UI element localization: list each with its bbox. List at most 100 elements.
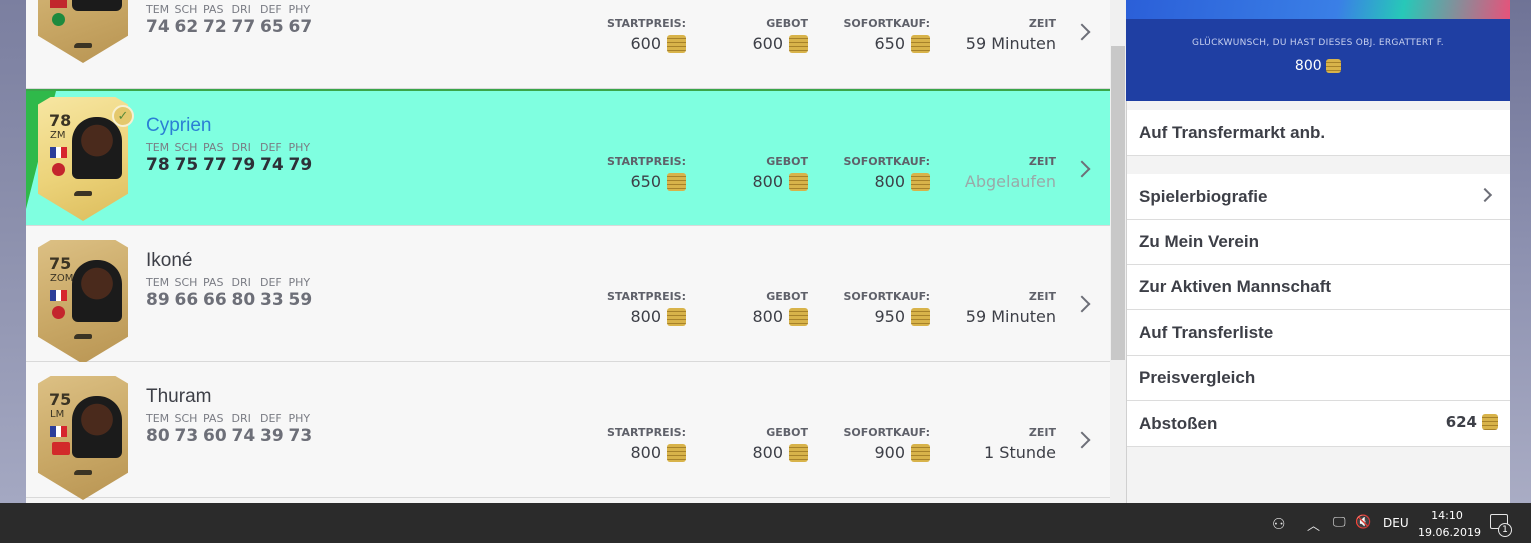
start-price: STARTPREIS: 800 (606, 290, 686, 326)
club-icon (52, 163, 65, 176)
flag-icon (50, 426, 68, 437)
clock[interactable]: 14:10 19.06.2019 (1418, 507, 1481, 541)
card-position: LM (50, 409, 65, 420)
to-active-squad-button[interactable]: Zur Aktiven Mannschaft (1127, 265, 1510, 310)
chevron-right-icon[interactable] (1073, 160, 1091, 178)
scrollbar-thumb[interactable] (1111, 46, 1125, 360)
coin-icon (789, 172, 808, 191)
player-photo (72, 396, 122, 458)
flag-icon (50, 147, 68, 158)
table-row[interactable]: ZM TEMSCHPASDRIDEFPHY 746272776567 START… (26, 0, 1110, 89)
current-bid: GEBOT 800 (752, 155, 808, 191)
coin-icon (667, 307, 686, 326)
table-row-selected[interactable]: 78 ZM ✓ Cyprien TEM SCH PAS DRI DEF PHY 78 75 7… (26, 89, 1110, 226)
coin-icon (667, 172, 686, 191)
discard-button[interactable]: Abstoßen 624 (1127, 401, 1510, 447)
volume-muted-icon[interactable]: 🔇 (1355, 515, 1371, 530)
table-row[interactable]: 75 ZOM Ikoné TEM SCH PAS DRI DEF PHY 89 66 66 80… (26, 226, 1110, 364)
buy-now-price: SOFORTKAUF: 900 (843, 426, 930, 462)
card-rating: 75 (49, 390, 72, 409)
network-icon[interactable]: 🖵 (1333, 515, 1346, 530)
coin-icon (911, 443, 930, 462)
boot-icon (74, 334, 92, 339)
start-price: STARTPREIS: 600 (606, 17, 686, 53)
flag-icon (50, 0, 67, 8)
player-photo (72, 117, 122, 179)
banner-artwork (1126, 0, 1510, 19)
time-remaining: ZEIT 59 Minuten (965, 290, 1056, 326)
player-card: 75 LM (38, 376, 128, 500)
player-card: ZM (38, 0, 128, 63)
player-photo (72, 260, 122, 322)
player-photo (72, 0, 122, 11)
player-name: Ikoné (146, 250, 193, 271)
start-price: STARTPREIS: 650 (606, 155, 686, 191)
coin-icon (789, 307, 808, 326)
chevron-up-icon[interactable]: ︿ (1307, 515, 1320, 534)
player-card: 75 ZOM (38, 240, 128, 364)
time-remaining: ZEIT 1 Stunde (984, 426, 1056, 462)
chevron-right-icon[interactable] (1073, 295, 1091, 313)
time-remaining: ZEIT 59 Minuten (965, 17, 1056, 53)
current-bid: GEBOT 800 (752, 426, 808, 462)
chevron-right-icon (1477, 187, 1493, 203)
flag-icon (50, 290, 68, 301)
stats-values: 89 66 66 80 33 59 (146, 290, 313, 310)
buy-now-price: SOFORTKAUF: 950 (843, 290, 930, 326)
current-bid: GEBOT 600 (752, 17, 808, 53)
stats-values: 78 75 77 79 74 79 (146, 155, 313, 175)
player-name: Cyprien (146, 115, 212, 136)
current-bid: GEBOT 800 (752, 290, 808, 326)
coin-icon (667, 34, 686, 53)
discard-value: 624 (1445, 413, 1477, 431)
people-icon[interactable]: ⚇ (1272, 515, 1285, 533)
notification-badge: 1 (1498, 523, 1512, 537)
banner-message: GLÜCKWUNSCH, DU HAST DIESES OBJ. ERGATTE… (1192, 38, 1444, 48)
buy-now-price: SOFORTKAUF: 650 (843, 17, 930, 53)
coin-icon (789, 34, 808, 53)
taskbar: ⚇ ︿ 🖵 🔇 DEU 14:10 19.06.2019 1 (0, 503, 1531, 543)
start-price: STARTPREIS: 800 (606, 426, 686, 462)
table-row[interactable]: 75 LM Thuram TEM SCH PAS DRI DEF PHY 80 73 60 74… (26, 362, 1110, 500)
coin-icon (911, 307, 930, 326)
coin-icon (911, 34, 930, 53)
to-transfer-list-button[interactable]: Auf Transferliste (1127, 310, 1510, 356)
player-name: Thuram (146, 386, 212, 407)
club-icon (52, 13, 65, 26)
card-position: ZM (50, 130, 66, 141)
boot-icon (74, 191, 92, 196)
coin-icon (789, 443, 808, 462)
stats-labels: TEM SCH PAS DRI DEF PHY (146, 3, 311, 16)
coin-icon (667, 443, 686, 462)
chevron-right-icon[interactable] (1073, 23, 1091, 41)
player-bio-button[interactable]: Spielerbiografie (1127, 174, 1510, 220)
stats-values: 74 62 72 77 65 67 (146, 17, 313, 37)
coin-icon (911, 172, 930, 191)
club-icon (52, 442, 70, 455)
background-right (1510, 0, 1531, 503)
boot-icon (74, 470, 92, 475)
club-icon (52, 306, 65, 319)
card-rating: 75 (49, 254, 72, 273)
stats-labels: TEM SCH PAS DRI DEF PHY (146, 412, 311, 425)
coin-icon (1326, 59, 1342, 73)
stats-labels: TEM SCH PAS DRI DEF PHY (146, 141, 311, 154)
banner-price: 800 (1126, 58, 1510, 74)
won-banner: GLÜCKWUNSCH, DU HAST DIESES OBJ. ERGATTE… (1126, 0, 1510, 101)
buy-now-price: SOFORTKAUF: 800 (843, 155, 930, 191)
transfer-list: ZM TEMSCHPASDRIDEFPHY 746272776567 START… (26, 0, 1110, 503)
checkmark-icon: ✓ (112, 105, 134, 127)
stats-values: 80 73 60 74 39 73 (146, 426, 313, 446)
card-position: ZOM (50, 273, 74, 284)
boot-icon (74, 43, 92, 48)
list-on-market-button[interactable]: Auf Transfermarkt anb. (1127, 110, 1510, 156)
chevron-right-icon[interactable] (1073, 431, 1091, 449)
to-club-button[interactable]: Zu Mein Verein (1127, 220, 1510, 265)
coin-icon (1482, 414, 1498, 430)
time-remaining: ZEIT Abgelaufen (964, 155, 1056, 191)
price-comparison-button[interactable]: Preisvergleich (1127, 356, 1510, 401)
language-indicator[interactable]: DEU (1383, 516, 1409, 530)
background-left (0, 0, 26, 503)
card-rating: 78 (49, 111, 72, 130)
stats-labels: TEM SCH PAS DRI DEF PHY (146, 276, 311, 289)
